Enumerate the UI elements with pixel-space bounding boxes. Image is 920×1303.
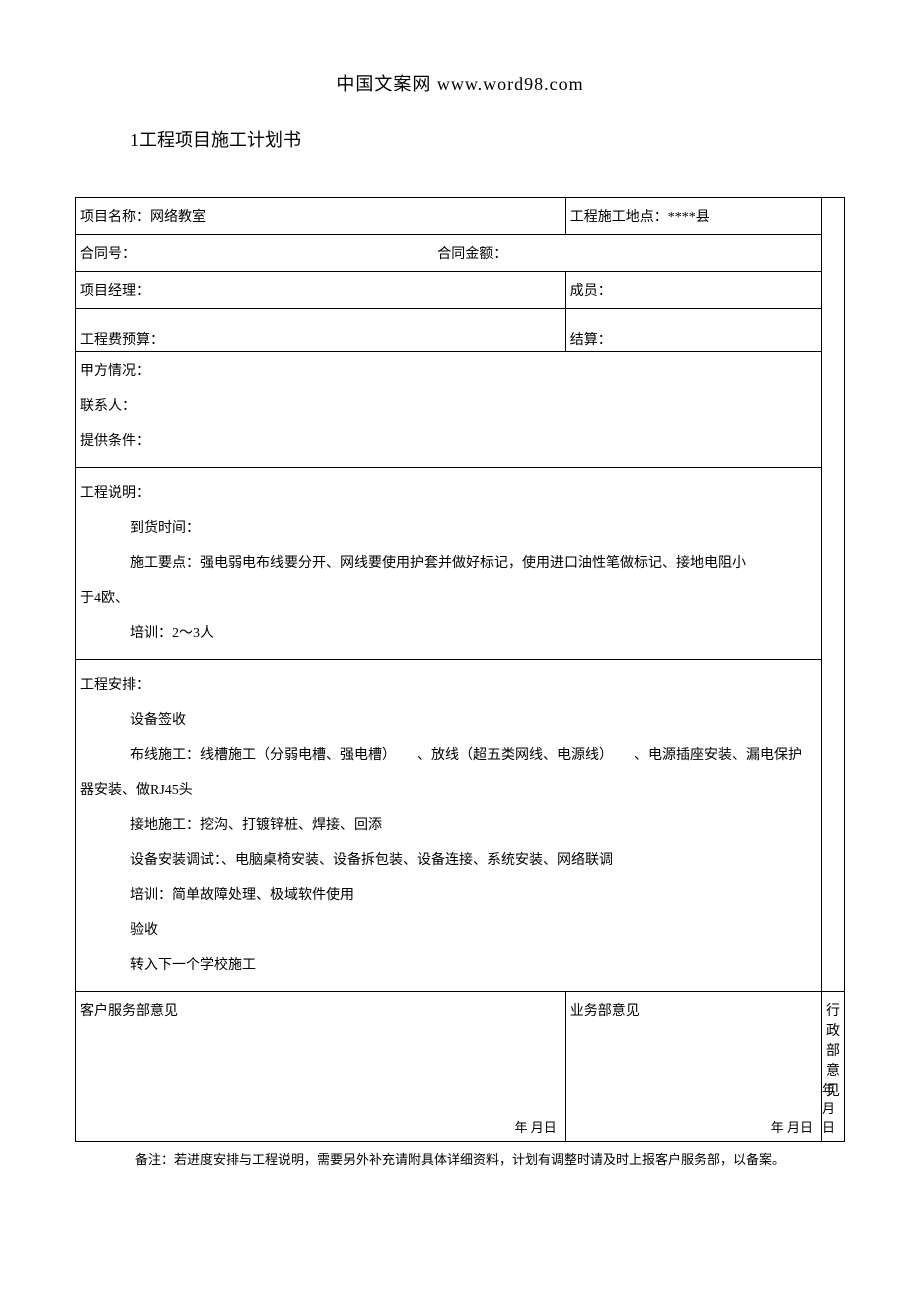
cell-customer-opinion: 客户服务部意见 年 月日 xyxy=(76,992,566,1142)
business-opinion-label: 业务部意见 xyxy=(570,1000,817,1020)
row-opinions: 客户服务部意见 年 月日 业务部意见 年 月日 行政部意见 年 月日 xyxy=(76,992,845,1142)
document-title: 1工程项目施工计划书 xyxy=(130,126,845,152)
wiring-line: 布线施工：线槽施工（分弱电槽、强电槽） 、放线（超五类网线、电源线） 、电源插座… xyxy=(80,738,817,773)
cell-party-a: 甲方情况： 联系人： 提供条件： xyxy=(76,352,822,468)
contact-label: 联系人： xyxy=(80,399,136,414)
contract-no-label: 合同号： xyxy=(80,243,434,263)
cell-contract: 合同号： 合同金额： xyxy=(76,235,822,272)
training-label: 培训：2～3人 xyxy=(80,616,817,651)
debug-label: 设备安装调试：、电脑桌椅安装、设备拆包装、设备连接、系统安装、网络联调 xyxy=(80,843,817,878)
row-description: 工程说明： 到货时间： 施工要点：强电弱电布线要分开、网线要使用护套并做好标记，… xyxy=(76,468,845,660)
wiring-label-2: 、放线（超五类网线、电源线） xyxy=(417,748,613,763)
rj45-label: 器安装、做RJ45头 xyxy=(80,783,193,798)
arrival-label: 到货时间： xyxy=(80,511,817,546)
ohm-label: 于4欧、 xyxy=(80,591,129,606)
cell-pm: 项目经理： xyxy=(76,272,566,309)
desc-label: 工程说明： xyxy=(80,486,150,501)
sign-label: 设备签收 xyxy=(80,703,817,738)
cell-settlement: 结算： xyxy=(565,309,821,352)
customer-opinion-label: 客户服务部意见 xyxy=(80,1000,561,1020)
condition-label: 提供条件： xyxy=(80,434,150,449)
points-label: 施工要点：强电弱电布线要分开、网线要使用护套并做好标记，使用进口油性笔做标记、接… xyxy=(80,546,817,581)
accept-label: 验收 xyxy=(80,913,817,948)
wiring-label-1: 布线施工：线槽施工（分弱电槽、强电槽） xyxy=(130,748,396,763)
footnote: 备注：若进度安排与工程说明，需要另外补充请附具体详细资料，计划有调整时请及时上报… xyxy=(75,1150,845,1171)
cell-location: 工程施工地点：****县 xyxy=(565,198,821,235)
cell-description: 工程说明： 到货时间： 施工要点：强电弱电布线要分开、网线要使用护套并做好标记，… xyxy=(76,468,822,660)
row-budget: 工程费预算： 结算： xyxy=(76,309,845,352)
grounding-label: 接地施工：挖沟、打镀锌桩、焊接、回添 xyxy=(80,808,817,843)
cell-project-name: 项目名称：网络教室 xyxy=(76,198,566,235)
row-arrangement: 工程安排： 设备签收 布线施工：线槽施工（分弱电槽、强电槽） 、放线（超五类网线… xyxy=(76,660,845,992)
cell-arrangement: 工程安排： 设备签收 布线施工：线槽施工（分弱电槽、强电槽） 、放线（超五类网线… xyxy=(76,660,822,992)
party-a-label: 甲方情况： xyxy=(80,364,150,379)
cell-business-opinion: 业务部意见 年 月日 xyxy=(565,992,821,1142)
admin-date-label: 年 月日 xyxy=(822,1079,836,1136)
arrange-label: 工程安排： xyxy=(80,678,150,693)
cell-budget: 工程费预算： xyxy=(76,309,566,352)
customer-date-label: 年 月日 xyxy=(515,1117,557,1136)
cell-admin-opinion: 行政部意见 年 月日 xyxy=(821,992,844,1142)
project-form-table: 项目名称：网络教室 工程施工地点：****县 合同号： 合同金额： 项目经理： … xyxy=(75,197,845,1142)
next-label: 转入下一个学校施工 xyxy=(80,948,817,983)
business-date-label: 年 月日 xyxy=(771,1117,813,1136)
train-label: 培训：简单故障处理、极域软件使用 xyxy=(80,878,817,913)
cell-member: 成员： xyxy=(565,272,821,309)
row-pm: 项目经理： 成员： xyxy=(76,272,845,309)
wiring-label-3: 、电源插座安装、漏电保护 xyxy=(634,748,802,763)
contract-amount-label: 合同金额： xyxy=(437,247,507,262)
page-header: 中国文案网 www.word98.com xyxy=(75,70,845,96)
row-contract: 合同号： 合同金额： xyxy=(76,235,845,272)
row-party-a: 甲方情况： 联系人： 提供条件： xyxy=(76,352,845,468)
row-project-name: 项目名称：网络教室 工程施工地点：****县 xyxy=(76,198,845,235)
